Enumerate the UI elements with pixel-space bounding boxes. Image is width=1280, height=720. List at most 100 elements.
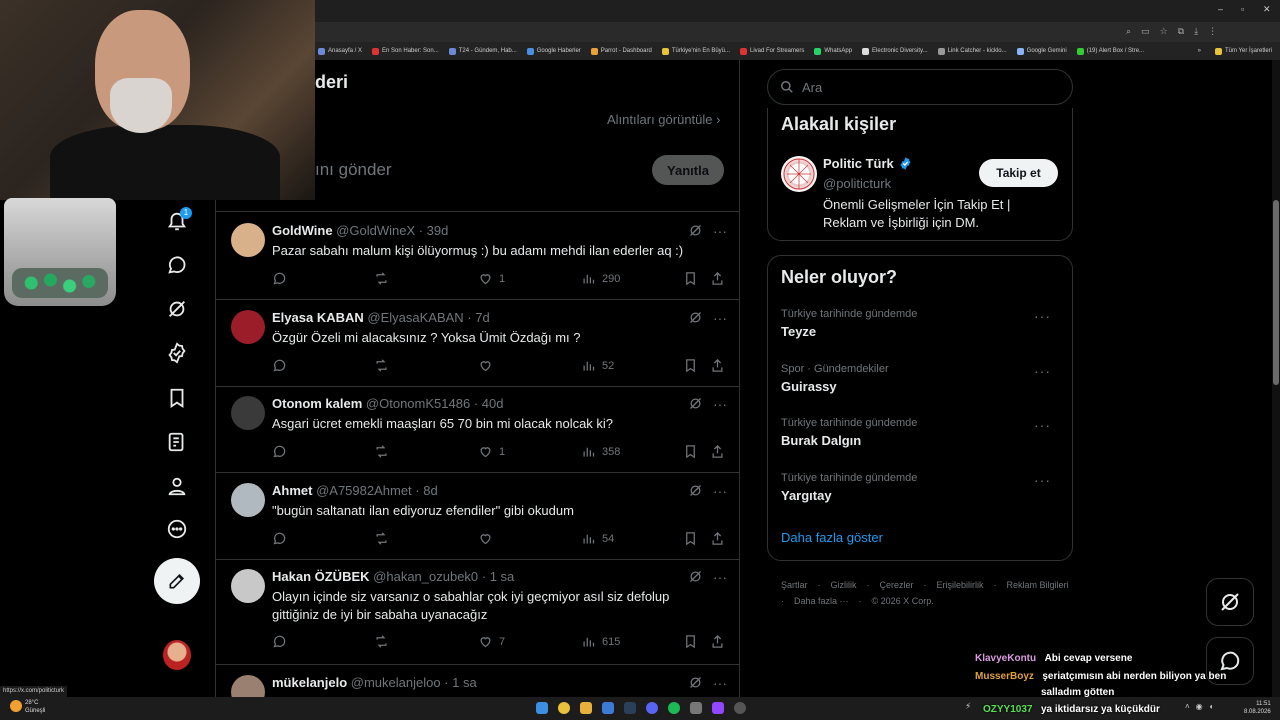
tweet-author-name[interactable]: Ahmet	[272, 483, 312, 498]
bookmark[interactable]: Türkiye'nin En Büyü...	[661, 47, 730, 55]
tweet-row[interactable]: Hakan ÖZÜBEK @hakan_ozubek0 · 1 sa ··· Ola…	[216, 559, 739, 649]
more-icon[interactable]	[164, 516, 190, 542]
weather-widget[interactable]: 28°C Güneşli	[25, 699, 45, 715]
retweet-action[interactable]	[374, 634, 389, 649]
download-icon[interactable]: ⤓	[1194, 26, 1198, 37]
bookmark[interactable]: Link Catcher - kicklo...	[937, 47, 1007, 55]
close-icon[interactable]: ✕	[1263, 4, 1271, 15]
scrollbar-thumb[interactable]	[1273, 200, 1279, 385]
footer-link-cookies[interactable]: Çerezler	[880, 580, 914, 590]
follow-button[interactable]: Takip et	[979, 159, 1058, 187]
tweet-author-name[interactable]: GoldWine	[272, 223, 333, 238]
trend-item[interactable]: Türkiye tarihinde gündemde Teyze ···	[781, 308, 1061, 339]
share-action[interactable]	[710, 358, 725, 373]
trend-item[interactable]: Türkiye tarihinde gündemde Burak Dalgın ··…	[781, 417, 1061, 448]
network-icon[interactable]: ◉	[1196, 702, 1203, 711]
bookmark[interactable]: Livad For Streamers	[740, 47, 804, 55]
tweet-handle[interactable]: @A75982Ahmet · 8d	[316, 483, 438, 498]
tweet-avatar[interactable]	[231, 310, 265, 344]
tweet-author-name[interactable]: Hakan ÖZÜBEK	[272, 569, 370, 584]
all-bookmarks[interactable]: Tüm Yer İşaretleri	[1214, 47, 1272, 55]
bookmark-action[interactable]	[683, 358, 698, 373]
steam-icon[interactable]	[624, 702, 636, 714]
compose-post-button[interactable]	[154, 558, 200, 604]
account-avatar[interactable]	[163, 640, 191, 670]
tweet-avatar[interactable]	[231, 483, 265, 517]
verified-icon[interactable]	[164, 340, 190, 366]
footer-link-terms[interactable]: Şartlar	[781, 580, 808, 590]
tweet-author-name[interactable]: Otonom kalem	[272, 396, 362, 411]
menu-icon[interactable]: ⋮	[1208, 26, 1217, 37]
more-options-icon[interactable]: ···	[713, 675, 727, 693]
show-more-link[interactable]: Daha fazla göster	[781, 530, 883, 545]
file-explorer-icon[interactable]	[580, 702, 592, 714]
tweet-handle[interactable]: @hakan_ozubek0 · 1 sa	[373, 569, 514, 584]
bookmark[interactable]: Anasayfa / X	[318, 47, 362, 55]
grok-button[interactable]	[688, 310, 703, 328]
share-action[interactable]	[710, 634, 725, 649]
star-icon[interactable]: ☆	[1160, 26, 1168, 37]
tweet-handle[interactable]: @mukelanjeloo · 1 sa	[351, 675, 477, 690]
bookmark[interactable]: Electronic Diversity...	[862, 47, 928, 55]
retweet-action[interactable]	[374, 271, 389, 286]
bookmark-action[interactable]	[683, 634, 698, 649]
grok-button[interactable]	[688, 569, 703, 587]
trend-more-icon[interactable]: ···	[1034, 363, 1051, 379]
share-action[interactable]	[710, 271, 725, 286]
reply-input[interactable]: ını gönder	[315, 160, 392, 180]
grok-button[interactable]	[688, 396, 703, 414]
footer-link-more[interactable]: Daha fazla ···	[794, 596, 849, 606]
tweet-handle[interactable]: @ElyasaKABAN · 7d	[367, 310, 489, 325]
tweet-avatar[interactable]	[231, 569, 265, 603]
like-action[interactable]: 7	[478, 634, 505, 649]
like-action[interactable]: 1	[478, 444, 505, 459]
extensions-icon[interactable]: ⧉	[1178, 26, 1184, 37]
bookmark[interactable]: (19) Alert Box / Stre...	[1076, 47, 1144, 55]
bookmark[interactable]: Parrot - Dashboard	[590, 47, 652, 55]
trend-more-icon[interactable]: ···	[1034, 308, 1051, 324]
footer-link-ads-info[interactable]: Reklam Bilgileri	[1007, 580, 1069, 590]
footer-link-privacy[interactable]: Gizlilik	[831, 580, 857, 590]
minimize-icon[interactable]: –	[1218, 4, 1223, 14]
grok-icon[interactable]	[164, 296, 190, 322]
tweet-author-name[interactable]: mükelanjelo	[272, 675, 347, 690]
views-action[interactable]: 54	[581, 531, 614, 546]
zoom-icon[interactable]: ⌕	[1126, 26, 1131, 37]
politic-turk-name[interactable]: Politic Türk	[823, 156, 913, 171]
bookmark[interactable]: WhatsApp	[814, 47, 852, 55]
like-action[interactable]	[478, 358, 499, 373]
bookmark[interactable]: T24 - Gündem, Hab...	[448, 47, 517, 55]
more-options-icon[interactable]: ···	[713, 396, 727, 414]
bookmark[interactable]: En Son Haber: Son...	[372, 47, 439, 55]
tweet-row[interactable]: Otonom kalem @OtonomK51486 · 40d ··· Asgar…	[216, 386, 739, 472]
trend-more-icon[interactable]: ···	[1034, 472, 1051, 488]
bookmark-action[interactable]	[683, 444, 698, 459]
trend-more-icon[interactable]: ···	[1034, 417, 1051, 433]
reply-action[interactable]	[272, 444, 287, 459]
view-quotes-link[interactable]: Alıntıları görüntüle ›	[607, 112, 720, 127]
lists-icon[interactable]	[164, 429, 190, 455]
start-icon[interactable]	[536, 702, 548, 714]
like-action[interactable]: 1	[478, 271, 505, 286]
app-icon[interactable]	[734, 702, 746, 714]
retweet-action[interactable]	[374, 444, 389, 459]
politic-turk-avatar[interactable]	[781, 156, 817, 192]
trend-item[interactable]: Türkiye tarihinde gündemde Yargıtay ···	[781, 472, 1061, 503]
search-input[interactable]: Ara	[767, 69, 1073, 105]
footer-link-accessibility[interactable]: Erişilebilirlik	[937, 580, 984, 590]
trend-item[interactable]: Spor · Gündemdekiler Guirassy ···	[781, 363, 1061, 394]
more-options-icon[interactable]: ···	[713, 310, 727, 328]
reply-button[interactable]: Yanıtla	[652, 155, 724, 185]
grok-fab[interactable]	[1206, 578, 1254, 626]
clock[interactable]: 11:51 8.08.2026	[1244, 700, 1271, 716]
grok-button[interactable]	[688, 675, 703, 693]
reply-action[interactable]	[272, 531, 287, 546]
retweet-action[interactable]	[374, 358, 389, 373]
more-options-icon[interactable]: ···	[713, 483, 727, 501]
reply-action[interactable]	[272, 271, 287, 286]
bookmark[interactable]: Google Gemini	[1016, 47, 1067, 55]
tweet-avatar[interactable]	[231, 223, 265, 257]
bookmarks-overflow-icon[interactable]: »	[1198, 48, 1201, 55]
grok-button[interactable]	[688, 223, 703, 241]
cast-icon[interactable]: ▭	[1141, 26, 1150, 37]
